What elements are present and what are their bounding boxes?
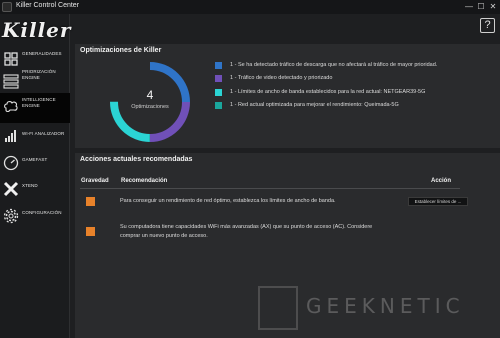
help-button[interactable]: ?	[480, 18, 495, 33]
sidebar-item-label: GAMEFAST	[22, 157, 48, 162]
set-bandwidth-limits-button[interactable]: Establecer límites de ...	[408, 197, 468, 206]
watermark-text: GEEKNETIC	[306, 294, 465, 318]
watermark-logo	[258, 286, 298, 330]
sidebar-item-intelligence[interactable]: INTELLIGENCE ENGINE	[0, 93, 70, 123]
sidebar-item-label: CONFIGURACIÓN	[22, 210, 62, 215]
killer-logo: Killer	[2, 18, 72, 42]
column-header-recommendation: Recomendación	[121, 178, 168, 184]
sidebar-item-label: XTEND	[22, 183, 38, 188]
speedometer-icon	[3, 155, 19, 171]
column-header-action: Acción	[431, 178, 452, 184]
header-divider	[80, 188, 460, 189]
minimize-button[interactable]: —	[464, 1, 474, 12]
app-icon	[2, 2, 12, 12]
grid-icon	[4, 52, 18, 66]
sidebar-item-configuracion[interactable]: CONFIGURACIÓN	[0, 202, 70, 232]
legend-color-swatch	[215, 75, 222, 82]
maximize-button[interactable]: ☐	[476, 1, 486, 12]
gear-icon	[3, 208, 19, 224]
watermark: GEEKNETIC	[258, 282, 500, 338]
sidebar-item-wifi[interactable]: WI-FI ANALIZADOR	[0, 122, 70, 152]
sidebar-item-label: PRIORIZACIÓN ENGINE	[22, 69, 56, 80]
close-button[interactable]: ✕	[488, 1, 498, 12]
sidebar-item-label: WI-FI ANALIZADOR	[22, 131, 65, 136]
legend-color-swatch	[215, 89, 222, 96]
title-bar: Killer Control Center — ☐ ✕	[0, 0, 500, 14]
optimizations-count: 4	[146, 88, 154, 102]
warning-severity-icon	[86, 197, 95, 206]
recommendation-text-line1: Su computadora tiene capacidades WiFi má…	[120, 224, 373, 230]
optimization-text: 1 - Red actual optimizada para mejorar e…	[230, 102, 399, 108]
sidebar: Killer GENERALIDADES PRIORIZACIÓN ENGINE…	[0, 14, 70, 338]
optimization-text: 1 - Tráfico de video detectado y prioriz…	[230, 75, 333, 81]
priority-list-icon	[3, 74, 19, 89]
warning-severity-icon	[86, 227, 95, 236]
recommendations-title: Acciones actuales recomendadas	[80, 156, 193, 163]
window-title: Killer Control Center	[16, 2, 80, 9]
optimizations-title: Optimizaciones de Killer	[80, 47, 162, 54]
optimization-text: 1 - Límites de ancho de banda establecid…	[230, 89, 426, 95]
x-icon	[3, 181, 19, 197]
optimizations-donut-chart	[110, 62, 190, 142]
optimizations-count-label: Optimizaciones	[131, 104, 169, 110]
column-header-severity: Gravedad	[81, 178, 109, 184]
recommendation-text: Para conseguir un rendimiento de red ópt…	[120, 198, 336, 204]
recommendation-text-line2: comprar un nuevo punto de acceso.	[120, 233, 208, 239]
legend-color-swatch	[215, 62, 222, 69]
wifi-icon	[5, 130, 16, 142]
sidebar-item-label: INTELLIGENCE ENGINE	[22, 97, 56, 108]
optimizations-panel: Optimizaciones de Killer 4 Optimizacione…	[75, 44, 500, 148]
sidebar-item-label: GENERALIDADES	[22, 51, 62, 56]
sidebar-item-xtend[interactable]: XTEND	[0, 175, 70, 205]
brain-icon	[4, 101, 18, 113]
legend-color-swatch	[215, 102, 222, 109]
optimization-text: 1 - Se ha detectado tráfico de descarga …	[230, 62, 438, 68]
